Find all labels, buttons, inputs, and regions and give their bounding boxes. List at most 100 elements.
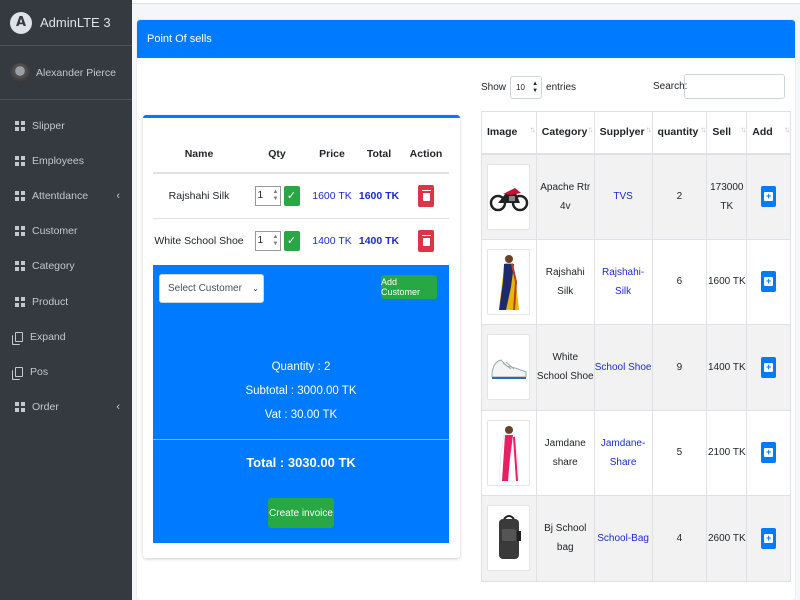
- show-label: Show: [481, 82, 507, 93]
- add-to-cart-button[interactable]: +: [761, 271, 777, 293]
- column-header-action: Action: [403, 136, 449, 174]
- sidebar-item-pos[interactable]: Pos: [0, 354, 132, 389]
- products-table: Image ↑↓ Category ↑↓ Supplyer ↑↓ quantity ↑↓…: [481, 111, 791, 582]
- add-to-cart-button[interactable]: +: [761, 442, 777, 464]
- category-cell: Apache Rtr 4v: [535, 153, 595, 240]
- cart-table: Name Qty Price Total Action Rajshahi Sil…: [153, 136, 449, 263]
- brand-logo-icon: A: [10, 11, 32, 34]
- search-label: Search:: [653, 81, 688, 92]
- sidebar-item-category[interactable]: Category: [0, 249, 132, 284]
- cart-header-row: Name Qty Price Total Action: [153, 136, 449, 174]
- plus-icon: +: [764, 447, 774, 458]
- entries-select[interactable]: 10 ▲ ▼: [510, 76, 543, 99]
- column-header-quantity[interactable]: quantity ↑↓: [651, 111, 708, 155]
- brand-name: AdminLTE 3: [40, 15, 111, 30]
- column-header-total: Total: [355, 136, 403, 174]
- motorbike-icon: [489, 187, 529, 211]
- add-cell: +: [746, 324, 791, 411]
- quantity-cell: 4: [651, 495, 708, 582]
- sort-icon: ↑↓: [587, 125, 594, 134]
- update-qty-button[interactable]: ✓: [283, 185, 300, 206]
- sort-icon: ↑↓: [784, 125, 790, 134]
- chevron-left-icon: ‹: [116, 189, 120, 202]
- column-header-add[interactable]: Add ↑↓: [746, 111, 791, 155]
- quantity-stepper[interactable]: 1 ▲ ▼: [254, 185, 281, 206]
- supplier-cell: School Shoe: [593, 324, 653, 411]
- sell-cell: 2600 TK: [706, 495, 748, 582]
- sort-icon: ↑↓: [529, 125, 536, 134]
- supplier-cell: Rajshahi-Silk: [593, 238, 653, 325]
- image-cell: [481, 409, 537, 496]
- header-label: Add: [752, 126, 773, 139]
- grid-icon: [15, 261, 25, 272]
- quantity-stepper[interactable]: 1 ▲ ▼: [254, 230, 281, 251]
- sidebar-item-label: Expand: [30, 330, 66, 343]
- subtotal-summary: Subtotal : 3000.00 TK: [245, 385, 357, 397]
- sidebar-item-product[interactable]: Product: [0, 284, 132, 319]
- check-icon: ✓: [286, 190, 297, 203]
- add-to-cart-button[interactable]: +: [761, 186, 777, 207]
- action-cell: [403, 217, 449, 263]
- header-label: quantity: [657, 126, 699, 139]
- image-cell: [481, 238, 537, 325]
- copy-icon: [15, 366, 23, 377]
- create-invoice-button[interactable]: Create invoice: [268, 498, 334, 528]
- qty-cell: 1 ▲ ▼ ✓: [245, 172, 309, 218]
- remove-item-button[interactable]: [418, 184, 434, 207]
- add-to-cart-button[interactable]: +: [761, 356, 777, 378]
- column-header-supplier[interactable]: Supplyer ↑↓: [593, 111, 653, 155]
- saree-icon: [498, 254, 519, 310]
- sidebar-item-label: Attentdance: [32, 189, 89, 202]
- header-label: Image: [487, 126, 518, 139]
- avatar: [10, 62, 30, 83]
- quantity-value: 1: [257, 235, 264, 247]
- image-cell: [481, 324, 537, 411]
- sidebar-item-customer[interactable]: Customer: [0, 214, 132, 249]
- sidebar-item-label: Slipper: [32, 119, 65, 132]
- products-header-row: Image ↑↓ Category ↑↓ Supplyer ↑↓ quantity ↑↓…: [481, 111, 791, 155]
- search-input[interactable]: [684, 74, 785, 99]
- table-row: Apache Rtr 4v TVS 2 173000 TK +: [481, 153, 791, 240]
- copy-icon: [15, 331, 23, 342]
- header-label: Sell: [712, 126, 732, 139]
- grid-icon: [15, 226, 25, 237]
- brand-link[interactable]: A AdminLTE 3: [0, 0, 132, 46]
- column-header-sell[interactable]: Sell ↑↓: [706, 111, 748, 155]
- sell-cell: 173000 TK: [706, 153, 748, 240]
- cart-item-total: 1600 TK: [355, 172, 403, 218]
- add-customer-button[interactable]: Add Customer: [381, 275, 437, 299]
- category-cell: Bj School bag: [535, 495, 595, 582]
- qty-cell: 1 ▲ ▼ ✓: [245, 217, 309, 263]
- select-customer-dropdown[interactable]: Select Customer ⌄: [159, 274, 264, 303]
- update-qty-button[interactable]: ✓: [283, 230, 300, 251]
- sidebar-item-order[interactable]: Order ‹: [0, 390, 132, 425]
- remove-item-button[interactable]: [418, 229, 434, 252]
- column-header-image[interactable]: Image ↑↓: [481, 111, 537, 155]
- spinner-arrows-icon: ▲ ▼: [532, 81, 539, 94]
- user-panel[interactable]: Alexander Pierce: [0, 46, 132, 100]
- sidebar-item-attendance[interactable]: Attentdance ‹: [0, 178, 132, 213]
- check-icon: ✓: [286, 235, 297, 248]
- column-header-price: Price: [309, 136, 355, 174]
- spinner-arrows-icon[interactable]: ▲ ▼: [273, 189, 280, 203]
- sidebar-nav: Slipper Employees Attentdance ‹ Customer …: [0, 100, 132, 425]
- sidebar-item-expand[interactable]: Expand: [0, 319, 132, 354]
- bag-icon: [498, 515, 521, 560]
- cart-row: Rajshahi Silk 1 ▲ ▼ ✓ 1600 TK 1600 TK: [153, 172, 449, 218]
- sidebar-item-label: Product: [32, 295, 69, 308]
- chevron-left-icon: ‹: [116, 401, 120, 414]
- entries-label: entries: [546, 82, 577, 93]
- motorbike-image: [487, 163, 531, 230]
- sidebar-item-label: Order: [32, 401, 59, 414]
- sidebar-item-employees[interactable]: Employees: [0, 143, 132, 178]
- grid-icon: [15, 402, 25, 413]
- spinner-arrows-icon[interactable]: ▲ ▼: [273, 234, 280, 248]
- shoe-icon: [491, 359, 527, 380]
- sidebar-item-slipper[interactable]: Slipper: [0, 108, 132, 143]
- category-cell: White School Shoe: [535, 324, 595, 411]
- supplier-cell: School-Bag: [593, 495, 653, 582]
- add-cell: +: [746, 238, 791, 325]
- sidebar-item-label: Customer: [32, 225, 78, 238]
- add-to-cart-button[interactable]: +: [761, 527, 777, 549]
- column-header-category[interactable]: Category ↑↓: [535, 111, 595, 155]
